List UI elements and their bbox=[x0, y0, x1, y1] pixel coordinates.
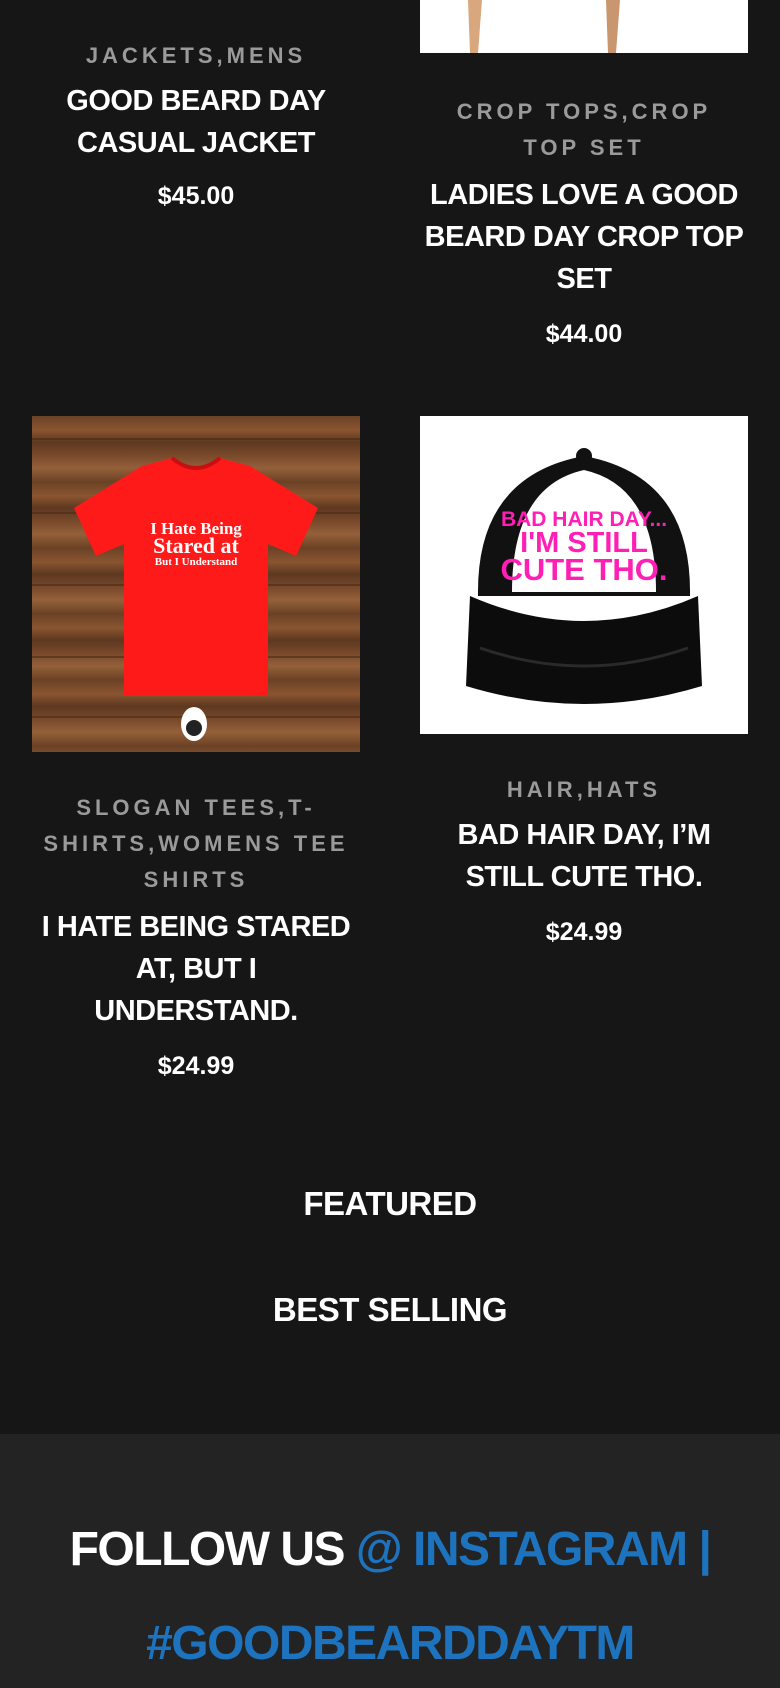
shop-page: JACKETS,MENS GOOD BEARD DAY CASUAL JACKE… bbox=[0, 0, 780, 1688]
tab-featured[interactable]: FEATURED bbox=[0, 1185, 780, 1223]
category-link[interactable]: MENS bbox=[227, 43, 307, 68]
product-categories: HAIR,HATS bbox=[506, 777, 662, 802]
product-price: $45.00 bbox=[157, 182, 235, 210]
hat-print-line-3: CUTE THO. bbox=[500, 552, 667, 587]
product-title[interactable]: I HATE BEING STARED AT, BUT I UNDERSTAND… bbox=[32, 906, 360, 1032]
tab-best-selling[interactable]: BEST SELLING bbox=[0, 1291, 780, 1329]
follow-us-text: FOLLOW US bbox=[69, 1523, 346, 1576]
trucker-hat-icon: BAD HAIR DAY... I'M STILL CUTE THO. bbox=[420, 416, 748, 734]
category-link[interactable]: CROP TOPS bbox=[457, 99, 622, 124]
instagram-link[interactable]: @ INSTAGRAM | bbox=[356, 1523, 712, 1576]
product-categories: JACKETS,MENS bbox=[85, 43, 307, 68]
product-title[interactable]: LADIES LOVE A GOOD BEARD DAY CROP TOP SE… bbox=[420, 174, 748, 300]
product-price: $44.00 bbox=[545, 320, 623, 348]
product-price: $24.99 bbox=[545, 918, 623, 946]
product-title[interactable]: GOOD BEARD DAY CASUAL JACKET bbox=[32, 80, 360, 164]
legs-photo-icon bbox=[420, 0, 748, 53]
product-categories: SLOGAN TEES,T-SHIRTS,WOMENS TEE SHIRTS bbox=[43, 795, 349, 892]
tee-print-line-3: But I Understand bbox=[155, 556, 238, 568]
category-link[interactable]: HATS bbox=[587, 777, 661, 802]
category-link[interactable]: HAIR bbox=[507, 777, 577, 802]
product-image-crop-top-set[interactable] bbox=[420, 0, 748, 53]
product-card-bad-hair-day-hat: HAIR,HATS BAD HAIR DAY, I’M STILL CUTE T… bbox=[420, 772, 748, 947]
category-link[interactable]: JACKETS bbox=[86, 43, 217, 68]
tee-print-line-2: Stared at bbox=[153, 533, 239, 558]
product-card-jacket: JACKETS,MENS GOOD BEARD DAY CASUAL JACKE… bbox=[32, 38, 360, 211]
product-image-bad-hair-day-hat[interactable]: BAD HAIR DAY... I'M STILL CUTE THO. bbox=[420, 416, 748, 734]
product-categories: CROP TOPS,CROP TOP SET bbox=[456, 99, 712, 160]
follow-us-heading: FOLLOW US @ INSTAGRAM | bbox=[0, 1520, 780, 1580]
red-tshirt-icon: I Hate Being Stared at But I Understand bbox=[32, 438, 360, 741]
hashtag-link[interactable]: #GOODBEARDDAYTM bbox=[0, 1614, 780, 1674]
product-card-crop-top-set: CROP TOPS,CROP TOP SET LADIES LOVE A GOO… bbox=[420, 94, 748, 349]
category-link[interactable]: SLOGAN TEES bbox=[76, 795, 278, 820]
product-card-stared-tee: SLOGAN TEES,T-SHIRTS,WOMENS TEE SHIRTS I… bbox=[32, 790, 360, 1081]
product-price: $24.99 bbox=[157, 1052, 235, 1080]
product-image-stared-tee[interactable]: I Hate Being Stared at But I Understand bbox=[32, 416, 360, 752]
category-link[interactable]: WOMENS TEE SHIRTS bbox=[144, 831, 349, 892]
product-title[interactable]: BAD HAIR DAY, I’M STILL CUTE THO. bbox=[420, 814, 748, 898]
